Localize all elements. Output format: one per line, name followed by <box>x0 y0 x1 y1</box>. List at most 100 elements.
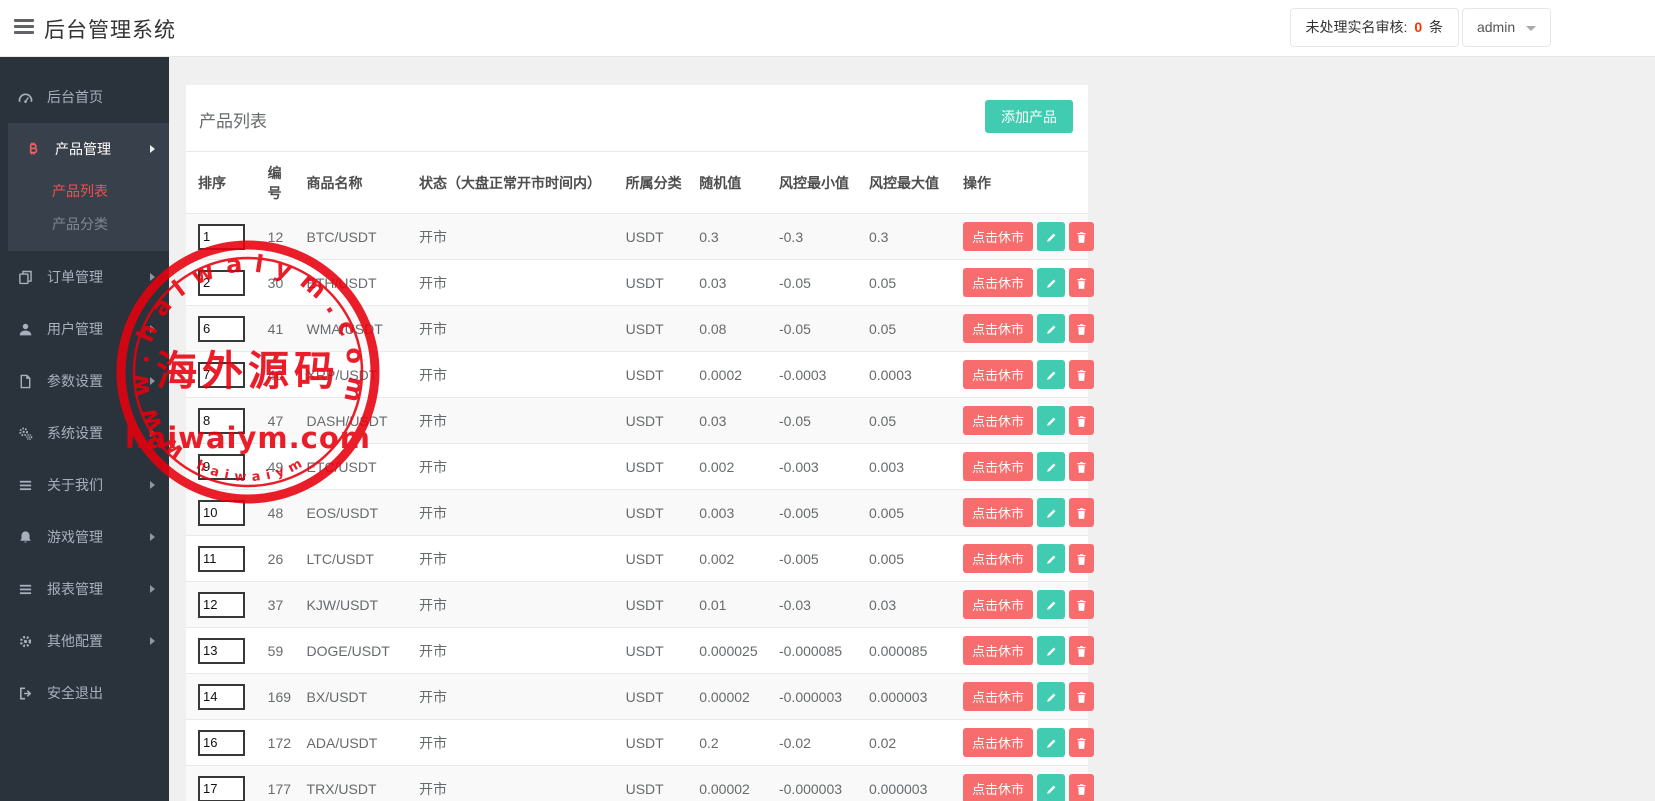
product-id: 12 <box>261 213 301 260</box>
delete-button[interactable] <box>1069 222 1095 251</box>
column-header: 风控最小值 <box>772 152 863 214</box>
close-market-button[interactable]: 点击休市 <box>963 498 1034 527</box>
sort-input[interactable] <box>198 545 245 572</box>
edit-button[interactable] <box>1037 590 1066 619</box>
sidebar-item[interactable]: 报表管理 <box>0 563 169 615</box>
sort-input[interactable] <box>198 361 245 388</box>
pending-review-badge[interactable]: 未处理实名审核: 0 条 <box>1289 8 1459 47</box>
sidebar-group: 安全退出 <box>0 667 169 719</box>
close-market-button[interactable]: 点击休市 <box>963 590 1034 619</box>
close-market-button[interactable]: 点击休市 <box>963 222 1034 251</box>
add-product-button[interactable]: 添加产品 <box>985 100 1073 133</box>
edit-button[interactable] <box>1037 268 1066 297</box>
edit-button[interactable] <box>1037 222 1066 251</box>
edit-button[interactable] <box>1037 774 1066 801</box>
close-market-button[interactable]: 点击休市 <box>963 314 1034 343</box>
random-value: 0.3 <box>693 213 773 260</box>
delete-button[interactable] <box>1069 728 1095 757</box>
trash-icon <box>1075 597 1088 612</box>
sidebar-group: 游戏管理 <box>0 511 169 563</box>
sidebar-item[interactable]: 用户管理 <box>0 303 169 355</box>
sidebar-item[interactable]: 关于我们 <box>0 459 169 511</box>
risk-max-value: 0.05 <box>862 305 958 352</box>
edit-button[interactable] <box>1037 360 1066 389</box>
delete-button[interactable] <box>1069 544 1095 573</box>
risk-min-value: -0.02 <box>772 719 863 766</box>
sort-input[interactable] <box>198 407 245 434</box>
edit-button[interactable] <box>1037 314 1066 343</box>
sidebar-group: 产品管理 产品列表 产品分类 <box>8 123 169 251</box>
sort-input[interactable] <box>198 269 245 296</box>
sort-input[interactable] <box>198 775 245 801</box>
sort-input[interactable] <box>198 591 245 618</box>
product-table: 排序 编号 商品名称 状态（大盘正常开市时间内） 所属分类 随机值 风控最小值 风控最大值 操作… <box>186 152 1095 801</box>
close-market-button[interactable]: 点击休市 <box>963 636 1034 665</box>
product-category: USDT <box>619 627 694 674</box>
product-id: 49 <box>261 443 301 490</box>
sidebar-item[interactable]: 产品管理 <box>8 123 169 175</box>
sidebar-item[interactable]: 系统设置 <box>0 407 169 459</box>
close-market-button[interactable]: 点击休市 <box>963 544 1034 573</box>
product-category: USDT <box>619 719 694 766</box>
close-market-button[interactable]: 点击休市 <box>963 360 1034 389</box>
product-status: 开市 <box>413 627 620 674</box>
delete-button[interactable] <box>1069 590 1095 619</box>
risk-max-value: 0.3 <box>862 213 958 260</box>
risk-min-value: -0.000003 <box>772 765 863 801</box>
sidebar-item[interactable]: 订单管理 <box>0 251 169 303</box>
edit-button[interactable] <box>1037 406 1066 435</box>
table-row: 37KJW/USDT开市USDT0.01-0.030.03点击休市 <box>186 581 1095 628</box>
close-market-button[interactable]: 点击休市 <box>963 452 1034 481</box>
page-title: 产品列表 <box>199 112 267 131</box>
edit-button[interactable] <box>1037 452 1066 481</box>
sort-input[interactable] <box>198 499 245 526</box>
sidebar-item[interactable]: 参数设置 <box>0 355 169 407</box>
pencil-icon <box>1045 781 1058 796</box>
sidebar-subitem[interactable]: 产品列表 <box>8 175 169 208</box>
close-market-button[interactable]: 点击休市 <box>963 268 1034 297</box>
delete-button[interactable] <box>1069 360 1095 389</box>
sort-input[interactable] <box>198 637 245 664</box>
delete-button[interactable] <box>1069 406 1095 435</box>
product-status: 开市 <box>413 535 620 582</box>
sidebar-subitem[interactable]: 产品分类 <box>8 208 169 241</box>
edit-button[interactable] <box>1037 728 1066 757</box>
product-name: KJW/USDT <box>300 581 414 628</box>
close-market-button[interactable]: 点击休市 <box>963 406 1034 435</box>
delete-button[interactable] <box>1069 682 1095 711</box>
sidebar-item[interactable]: 其他配置 <box>0 615 169 667</box>
app-title: 后台管理系统 <box>44 19 176 42</box>
edit-button[interactable] <box>1037 682 1066 711</box>
edit-button[interactable] <box>1037 498 1066 527</box>
table-row: 12BTC/USDT开市USDT0.3-0.30.3点击休市 <box>186 213 1095 260</box>
user-dropdown[interactable]: admin <box>1461 8 1551 47</box>
table-row: 49ETC/USDT开市USDT0.002-0.0030.003点击休市 <box>186 443 1095 490</box>
delete-button[interactable] <box>1069 636 1095 665</box>
sidebar-item[interactable]: 后台首页 <box>0 71 169 123</box>
dashboard-icon <box>18 89 38 105</box>
product-id: 41 <box>261 305 301 352</box>
close-market-button[interactable]: 点击休市 <box>963 682 1034 711</box>
sort-input[interactable] <box>198 315 245 342</box>
edit-button[interactable] <box>1037 544 1066 573</box>
sort-input[interactable] <box>198 453 245 480</box>
sidebar-item[interactable]: 游戏管理 <box>0 511 169 563</box>
sidebar-item[interactable]: 安全退出 <box>0 667 169 719</box>
sidebar-item-label: 报表管理 <box>47 581 103 597</box>
delete-button[interactable] <box>1069 452 1095 481</box>
risk-min-value: -0.0003 <box>772 351 863 398</box>
delete-button[interactable] <box>1069 314 1095 343</box>
close-market-button[interactable]: 点击休市 <box>963 728 1034 757</box>
hamburger-menu-icon[interactable] <box>14 19 34 37</box>
delete-button[interactable] <box>1069 774 1095 801</box>
sort-input[interactable] <box>198 729 245 756</box>
sort-input[interactable] <box>198 683 245 710</box>
sort-input[interactable] <box>198 223 245 250</box>
delete-button[interactable] <box>1069 268 1095 297</box>
risk-min-value: -0.005 <box>772 489 863 536</box>
chevron-right-icon <box>150 377 155 385</box>
user-icon <box>18 321 38 337</box>
delete-button[interactable] <box>1069 498 1095 527</box>
edit-button[interactable] <box>1037 636 1066 665</box>
close-market-button[interactable]: 点击休市 <box>963 774 1034 801</box>
